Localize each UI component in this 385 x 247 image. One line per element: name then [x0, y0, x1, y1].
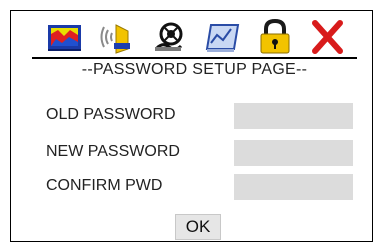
exit-icon[interactable]: [307, 17, 347, 57]
language-icon[interactable]: [149, 17, 189, 57]
page-title: --PASSWORD SETUP PAGE--: [81, 61, 308, 78]
old-password-field[interactable]: [234, 103, 353, 129]
preference-icon[interactable]: [201, 17, 241, 57]
confirm-password-field[interactable]: [234, 174, 353, 200]
lock-icon[interactable]: [254, 17, 294, 57]
display-icon[interactable]: [44, 17, 84, 57]
setup-toolbar: [44, 17, 356, 57]
confirm-password-label: CONFIRM PWD: [46, 177, 163, 194]
old-password-label: OLD PASSWORD: [46, 106, 176, 123]
audio-icon[interactable]: [96, 17, 136, 57]
new-password-field[interactable]: [234, 140, 353, 166]
toolbar-divider: [32, 57, 357, 59]
ok-button[interactable]: OK: [175, 214, 221, 240]
new-password-label: NEW PASSWORD: [46, 143, 180, 160]
